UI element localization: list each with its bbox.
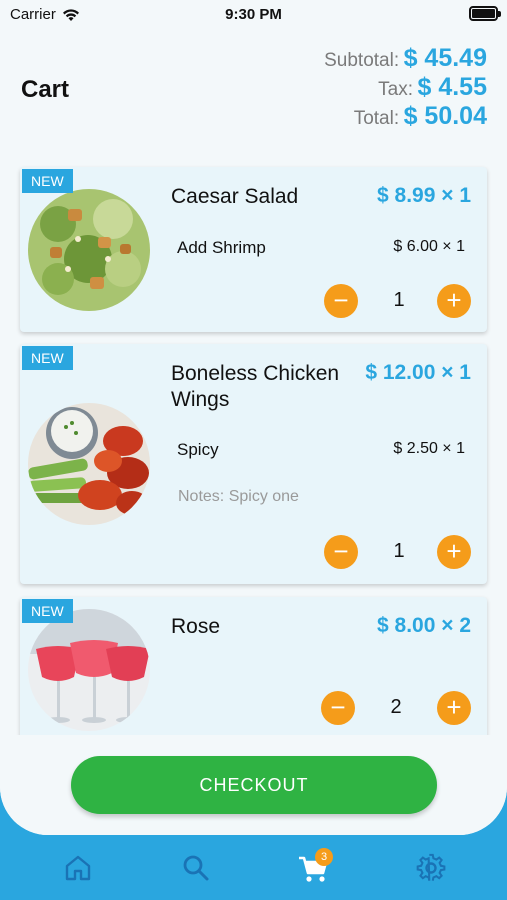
item-price: $ 12.00 × 1 [365, 361, 471, 384]
subtotal-row: Subtotal: $ 45.49 [324, 44, 487, 73]
option-price: $ 6.00 × 1 [393, 238, 465, 255]
checkout-button[interactable]: CHECKOUT [71, 756, 437, 814]
tax-row: Tax: $ 4.55 [324, 73, 487, 102]
tab-cart[interactable]: 3 [296, 848, 333, 885]
battery-icon [469, 6, 501, 21]
cart-item-card[interactable]: NEW Caesar Salad $ 8.99 × 1 Add Shrimp $… [20, 167, 487, 332]
gear-icon [416, 853, 446, 881]
checkout-footer: CHECKOUT [0, 735, 507, 835]
increase-quantity-button[interactable]: + [437, 535, 471, 569]
new-badge: NEW [22, 346, 73, 370]
home-icon [65, 855, 91, 881]
item-name: Caesar Salad [171, 185, 299, 208]
item-price: $ 8.99 × 1 [377, 184, 471, 207]
quantity-value: 2 [390, 696, 402, 718]
tab-bar: 3 [0, 835, 507, 900]
page-title: Cart [21, 76, 70, 103]
new-badge: NEW [22, 169, 73, 193]
total-row: Total: $ 50.04 [324, 102, 487, 131]
option-price: $ 2.50 × 1 [393, 440, 465, 457]
chicken-wings-image [28, 403, 150, 525]
new-badge: NEW [22, 599, 73, 623]
option-name: Spicy [177, 440, 219, 459]
total-value: $ 50.04 [403, 102, 487, 130]
item-name: Boneless Chicken Wings [171, 362, 340, 411]
increase-quantity-button[interactable]: + [437, 284, 471, 318]
total-label: Total: [353, 108, 400, 129]
quantity-value: 1 [393, 289, 405, 311]
tax-value: $ 4.55 [417, 73, 487, 101]
item-price: $ 8.00 × 2 [377, 614, 471, 637]
search-icon [183, 855, 209, 881]
decrease-quantity-button[interactable]: − [321, 691, 355, 725]
decrease-quantity-button[interactable]: − [324, 284, 358, 318]
cart-item-card[interactable]: NEW Boneless Chicken Wings $ 12.00 × 1 S… [20, 344, 487, 584]
tab-settings[interactable] [414, 851, 448, 885]
tax-label: Tax: [378, 79, 414, 100]
status-bar: Carrier 9:30 PM [0, 0, 507, 30]
cart-item-card[interactable]: NEW Rose $ 8.00 × 2 − 2 + [20, 597, 487, 757]
item-name: Rose [171, 615, 221, 638]
quantity-value: 1 [393, 540, 405, 562]
tab-search[interactable] [179, 851, 213, 885]
item-notes: Notes: Spicy one [178, 488, 299, 505]
totals-summary: Subtotal: $ 45.49 Tax: $ 4.55 Total: $ 5… [324, 44, 487, 131]
cart-count-badge: 3 [315, 848, 333, 866]
subtotal-label: Subtotal: [324, 50, 400, 71]
tab-home[interactable] [61, 851, 95, 885]
status-time: 9:30 PM [225, 6, 282, 23]
increase-quantity-button[interactable]: + [437, 691, 471, 725]
decrease-quantity-button[interactable]: − [324, 535, 358, 569]
option-name: Add Shrimp [177, 238, 266, 257]
caesar-salad-image [28, 189, 150, 311]
subtotal-value: $ 45.49 [403, 44, 487, 72]
rose-drink-image [28, 609, 150, 731]
cart-screen: Carrier 9:30 PM Cart Subtotal: $ 45.49 T… [0, 0, 507, 835]
